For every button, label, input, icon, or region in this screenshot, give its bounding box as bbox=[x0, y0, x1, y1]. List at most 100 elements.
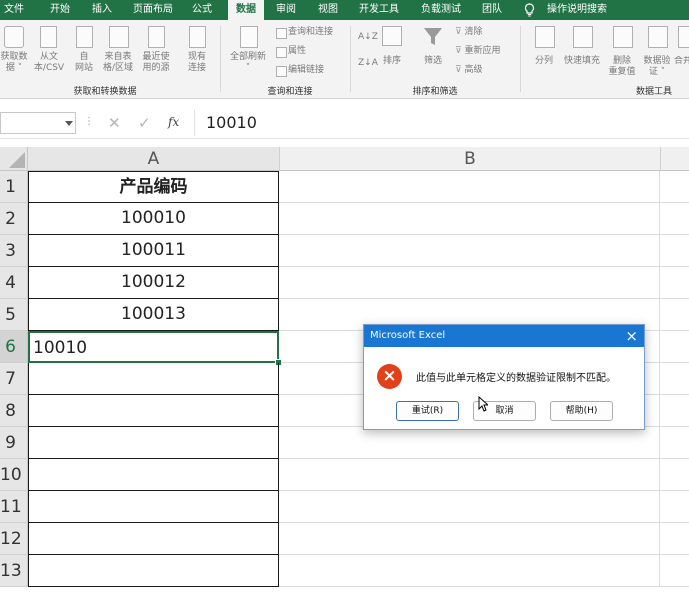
tab-data[interactable]: 数据 bbox=[228, 0, 264, 20]
tab-file[interactable]: 文件 bbox=[0, 0, 28, 20]
formula-input[interactable]: 10010 bbox=[206, 113, 257, 132]
cell-c4[interactable] bbox=[660, 267, 689, 299]
cell-b10[interactable] bbox=[279, 459, 660, 491]
tell-me-search[interactable]: 操作说明搜索 bbox=[540, 0, 614, 20]
cell-b9[interactable] bbox=[279, 427, 660, 459]
validation-error-dialog: Microsoft Excel × × 此值与此单元格定义的数据验证限制不匹配。… bbox=[363, 324, 645, 430]
consolidate-button[interactable]: 合并 bbox=[674, 26, 689, 82]
cell-a10[interactable] bbox=[28, 459, 279, 491]
cell-a5[interactable]: 100013 bbox=[28, 299, 279, 331]
tab-review[interactable]: 审阅 bbox=[270, 0, 302, 20]
cell-a3[interactable]: 100011 bbox=[28, 235, 279, 267]
cell-c12[interactable] bbox=[660, 523, 689, 555]
row-header[interactable]: 1 bbox=[0, 171, 28, 203]
cell-a1[interactable]: 产品编码 bbox=[28, 171, 279, 203]
help-button[interactable]: 帮助(H) bbox=[550, 401, 613, 421]
sort-asc-button[interactable]: A↓Z bbox=[358, 32, 378, 43]
row-header[interactable]: 5 bbox=[0, 299, 28, 331]
cell-b11[interactable] bbox=[279, 491, 660, 523]
text-to-columns-button[interactable]: 分列 bbox=[528, 26, 560, 82]
filter-button[interactable]: 筛选 bbox=[418, 26, 448, 82]
insert-function-icon[interactable]: fx bbox=[168, 115, 179, 129]
retry-button[interactable]: 重试(R) bbox=[396, 401, 459, 421]
row-header[interactable]: 10 bbox=[0, 459, 28, 491]
remove-duplicates-button[interactable]: 删除 重复值 bbox=[604, 26, 640, 82]
existing-connections-button[interactable]: 现有 连接 bbox=[182, 26, 212, 82]
chevron-down-icon[interactable] bbox=[65, 121, 73, 127]
flash-fill-button[interactable]: 快速填充 bbox=[560, 26, 604, 82]
cell-a11[interactable] bbox=[28, 491, 279, 523]
cell-a9[interactable] bbox=[28, 427, 279, 459]
from-web-button[interactable]: 自 网站 bbox=[70, 26, 98, 82]
cell-a2[interactable]: 100010 bbox=[28, 203, 279, 235]
cell-a13[interactable] bbox=[28, 555, 279, 587]
column-header-a[interactable]: A bbox=[28, 147, 279, 171]
row-header[interactable]: 13 bbox=[0, 555, 28, 587]
close-icon[interactable]: × bbox=[625, 326, 638, 346]
cancel-icon[interactable]: ✕ bbox=[108, 114, 121, 132]
row-header[interactable]: 7 bbox=[0, 363, 28, 395]
get-data-button[interactable]: 获取数 据 ˅ bbox=[0, 26, 30, 82]
row-header[interactable]: 12 bbox=[0, 523, 28, 555]
column-header-c[interactable] bbox=[660, 147, 689, 171]
cell-b4[interactable] bbox=[279, 267, 660, 299]
cell-c5[interactable] bbox=[660, 299, 689, 331]
column-header-b[interactable]: B bbox=[279, 147, 660, 171]
clear-filter-button[interactable]: ⊽ 清除 bbox=[455, 27, 482, 38]
row-header[interactable]: 4 bbox=[0, 267, 28, 299]
tab-developer[interactable]: 开发工具 bbox=[352, 0, 406, 20]
enter-check-icon[interactable]: ✓ bbox=[138, 114, 151, 132]
cell-b13[interactable] bbox=[279, 555, 660, 587]
cell-c1[interactable] bbox=[660, 171, 689, 203]
row-header[interactable]: 3 bbox=[0, 235, 28, 267]
row-header[interactable]: 8 bbox=[0, 395, 28, 427]
cell-b12[interactable] bbox=[279, 523, 660, 555]
cell-c10[interactable] bbox=[660, 459, 689, 491]
tab-view[interactable]: 视图 bbox=[312, 0, 344, 20]
recent-sources-button[interactable]: 最近使 用的源 bbox=[138, 26, 174, 82]
tab-home[interactable]: 开始 bbox=[44, 0, 76, 20]
reapply-button[interactable]: ⊽ 重新应用 bbox=[455, 46, 500, 57]
sort-button[interactable]: 排序 bbox=[378, 26, 406, 82]
cell-c13[interactable] bbox=[660, 555, 689, 587]
edit-links-button[interactable]: 编辑链接 bbox=[276, 65, 346, 78]
cell-b2[interactable] bbox=[279, 203, 660, 235]
cell-b1[interactable] bbox=[279, 171, 660, 203]
cell-a12[interactable] bbox=[28, 523, 279, 555]
tab-team[interactable]: 团队 bbox=[476, 0, 508, 20]
cell-a4[interactable]: 100012 bbox=[28, 267, 279, 299]
sort-desc-button[interactable]: Z↓A bbox=[358, 58, 378, 69]
data-validation-button[interactable]: 数据验 证 ˅ bbox=[640, 26, 674, 82]
tab-load-test[interactable]: 负载测试 bbox=[414, 0, 468, 20]
tab-formulas[interactable]: 公式 bbox=[186, 0, 218, 20]
row-header[interactable]: 2 bbox=[0, 203, 28, 235]
name-box[interactable] bbox=[0, 112, 76, 134]
row-header[interactable]: 11 bbox=[0, 491, 28, 523]
cell-c11[interactable] bbox=[660, 491, 689, 523]
clear-label: 清除 bbox=[464, 27, 483, 37]
cell-c2[interactable] bbox=[660, 203, 689, 235]
cell-a7[interactable] bbox=[28, 363, 279, 395]
flash-fill-label: 快速填充 bbox=[563, 56, 600, 66]
cell-c6[interactable] bbox=[660, 331, 689, 363]
row-header-active[interactable]: 6 bbox=[0, 331, 28, 363]
queries-connections-button[interactable]: 查询和连接 bbox=[276, 27, 346, 40]
row-header[interactable]: 9 bbox=[0, 427, 28, 459]
ribbon: 获取数 据 ˅ 从文 本/CSV 自 网站 来自表 格/区域 最近使 用的源 现… bbox=[0, 20, 689, 99]
tab-insert[interactable]: 插入 bbox=[86, 0, 118, 20]
tab-page-layout[interactable]: 页面布局 bbox=[126, 0, 180, 20]
cell-b3[interactable] bbox=[279, 235, 660, 267]
advanced-filter-button[interactable]: ⊽ 高级 bbox=[455, 65, 482, 76]
cell-c8[interactable] bbox=[660, 395, 689, 427]
cell-a8[interactable] bbox=[28, 395, 279, 427]
from-text-csv-button[interactable]: 从文 本/CSV bbox=[32, 26, 66, 82]
from-table-button[interactable]: 来自表 格/区域 bbox=[100, 26, 136, 82]
refresh-all-button[interactable]: 全部刷新 ˅ bbox=[226, 26, 270, 82]
cell-a6-active[interactable]: 10010 bbox=[28, 331, 279, 363]
cell-c3[interactable] bbox=[660, 235, 689, 267]
cell-c7[interactable] bbox=[660, 363, 689, 395]
properties-button[interactable]: 属性 bbox=[276, 46, 346, 59]
select-all-corner[interactable] bbox=[0, 147, 28, 171]
cell-c9[interactable] bbox=[660, 427, 689, 459]
get-data-label: 获取数 bbox=[0, 52, 28, 62]
